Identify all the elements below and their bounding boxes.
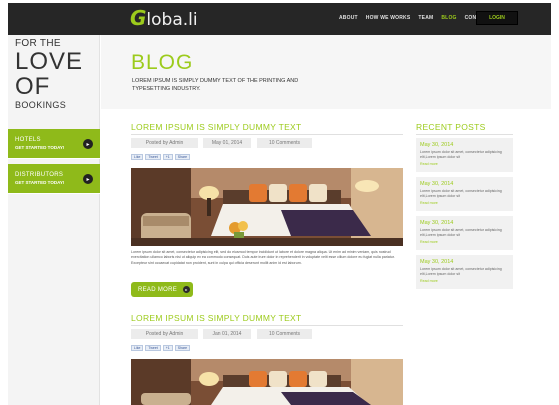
divider [131,325,403,326]
recent-post-item[interactable]: May 30, 2014 Lorem ipsum dolor sit amet,… [416,255,513,289]
post-excerpt: Lorem ipsum dolor sit amet, consectetur … [131,250,395,265]
post-image[interactable] [131,168,403,246]
arrow-right-icon: ▸ [183,286,191,293]
nav-about[interactable]: ABOUT [339,15,358,21]
logo-text: loba.li [146,10,198,30]
facebook-like-button[interactable]: Like [131,345,144,351]
post-date: Jan 01, 2014 [203,329,251,339]
nav-team[interactable]: TEAM [418,15,433,21]
tagline-line-3: OF [15,73,51,100]
page-subtitle: LOREM IPSUM IS SIMPLY DUMMY TEXT OF THE … [132,78,299,93]
hotel-room-image [131,168,403,246]
page: Globa.li ABOUT HOW WE WORKS TEAM BLOG CO… [8,3,551,405]
recent-posts-title: RECENT POSTS [416,122,486,132]
nav-how-we-works[interactable]: HOW WE WORKS [366,15,411,21]
post-comments[interactable]: 10 Comments [257,138,312,148]
recent-post-date: May 30, 2014 [420,142,454,148]
logo[interactable]: Globa.li [130,6,198,30]
share-buttons: Like Tweet +1 Share [131,345,191,351]
tagline: FOR THE LOVE OF BOOKINGS [8,35,99,110]
distributors-button[interactable]: DISTRIBUTORS GET STARTED TODAY! ▸ [8,164,100,194]
post-comments[interactable]: 10 Comments [257,329,312,339]
recent-post-text: Lorem ipsum dolor sit amet, consectetur … [420,150,502,159]
post-author: Posted by Admin [131,329,198,339]
recent-post-read-more[interactable]: Read more [420,201,509,205]
recent-post-text: Lorem ipsum dolor sit amet, consectetur … [420,228,502,237]
post-author: Posted by Admin [131,138,198,148]
sidebar: FOR THE LOVE OF BOOKINGS HOTELS GET STAR… [8,35,100,405]
tweet-button[interactable]: Tweet [145,345,161,351]
tagline-line-2: LOVE [15,48,84,75]
arrow-right-icon: ▸ [83,139,93,149]
tweet-button[interactable]: Tweet [145,154,161,160]
recent-post-date: May 30, 2014 [420,181,454,187]
divider [131,134,403,135]
logo-mark: G [130,6,147,30]
hotel-room-image [131,359,403,405]
recent-post-item[interactable]: May 30, 2014 Lorem ipsum dolor sit amet,… [416,138,513,172]
hotels-button[interactable]: HOTELS GET STARTED TODAY! ▸ [8,129,100,159]
facebook-like-button[interactable]: Like [131,154,144,160]
recent-post-item[interactable]: May 30, 2014 Lorem ipsum dolor sit amet,… [416,177,513,211]
page-header: BLOG LOREM IPSUM IS SIMPLY DUMMY TEXT OF… [101,35,551,109]
read-more-button[interactable]: READ MORE ▸ [131,282,193,297]
recent-post-read-more[interactable]: Read more [420,279,509,283]
share-button[interactable]: Share [174,345,191,351]
recent-post-date: May 30, 2014 [420,259,454,265]
plus-one-button[interactable]: +1 [162,154,173,160]
top-navigation-bar: Globa.li ABOUT HOW WE WORKS TEAM BLOG CO… [8,3,551,35]
recent-post-text: Lorem ipsum dolor sit amet, consectetur … [420,267,502,276]
share-buttons: Like Tweet +1 Share [131,154,191,160]
arrow-right-icon: ▸ [83,174,93,184]
tagline-line-4: BOOKINGS [15,100,67,110]
share-button[interactable]: Share [174,154,191,160]
divider [416,134,513,135]
plus-one-button[interactable]: +1 [162,345,173,351]
post-image[interactable] [131,359,403,405]
recent-post-item[interactable]: May 30, 2014 Lorem ipsum dolor sit amet,… [416,216,513,250]
post-title[interactable]: LOREM IPSUM IS SIMPLY DUMMY TEXT [131,122,302,132]
nav-blog[interactable]: BLOG [441,15,456,21]
post-date: May 01, 2014 [203,138,251,148]
recent-post-read-more[interactable]: Read more [420,240,509,244]
read-more-label: READ MORE [138,286,178,293]
login-button[interactable]: LOGIN [476,11,518,25]
post-title[interactable]: LOREM IPSUM IS SIMPLY DUMMY TEXT [131,313,302,323]
recent-post-date: May 30, 2014 [420,220,454,226]
recent-post-text: Lorem ipsum dolor sit amet, consectetur … [420,189,502,198]
recent-post-read-more[interactable]: Read more [420,162,509,166]
page-title: BLOG [131,51,194,74]
